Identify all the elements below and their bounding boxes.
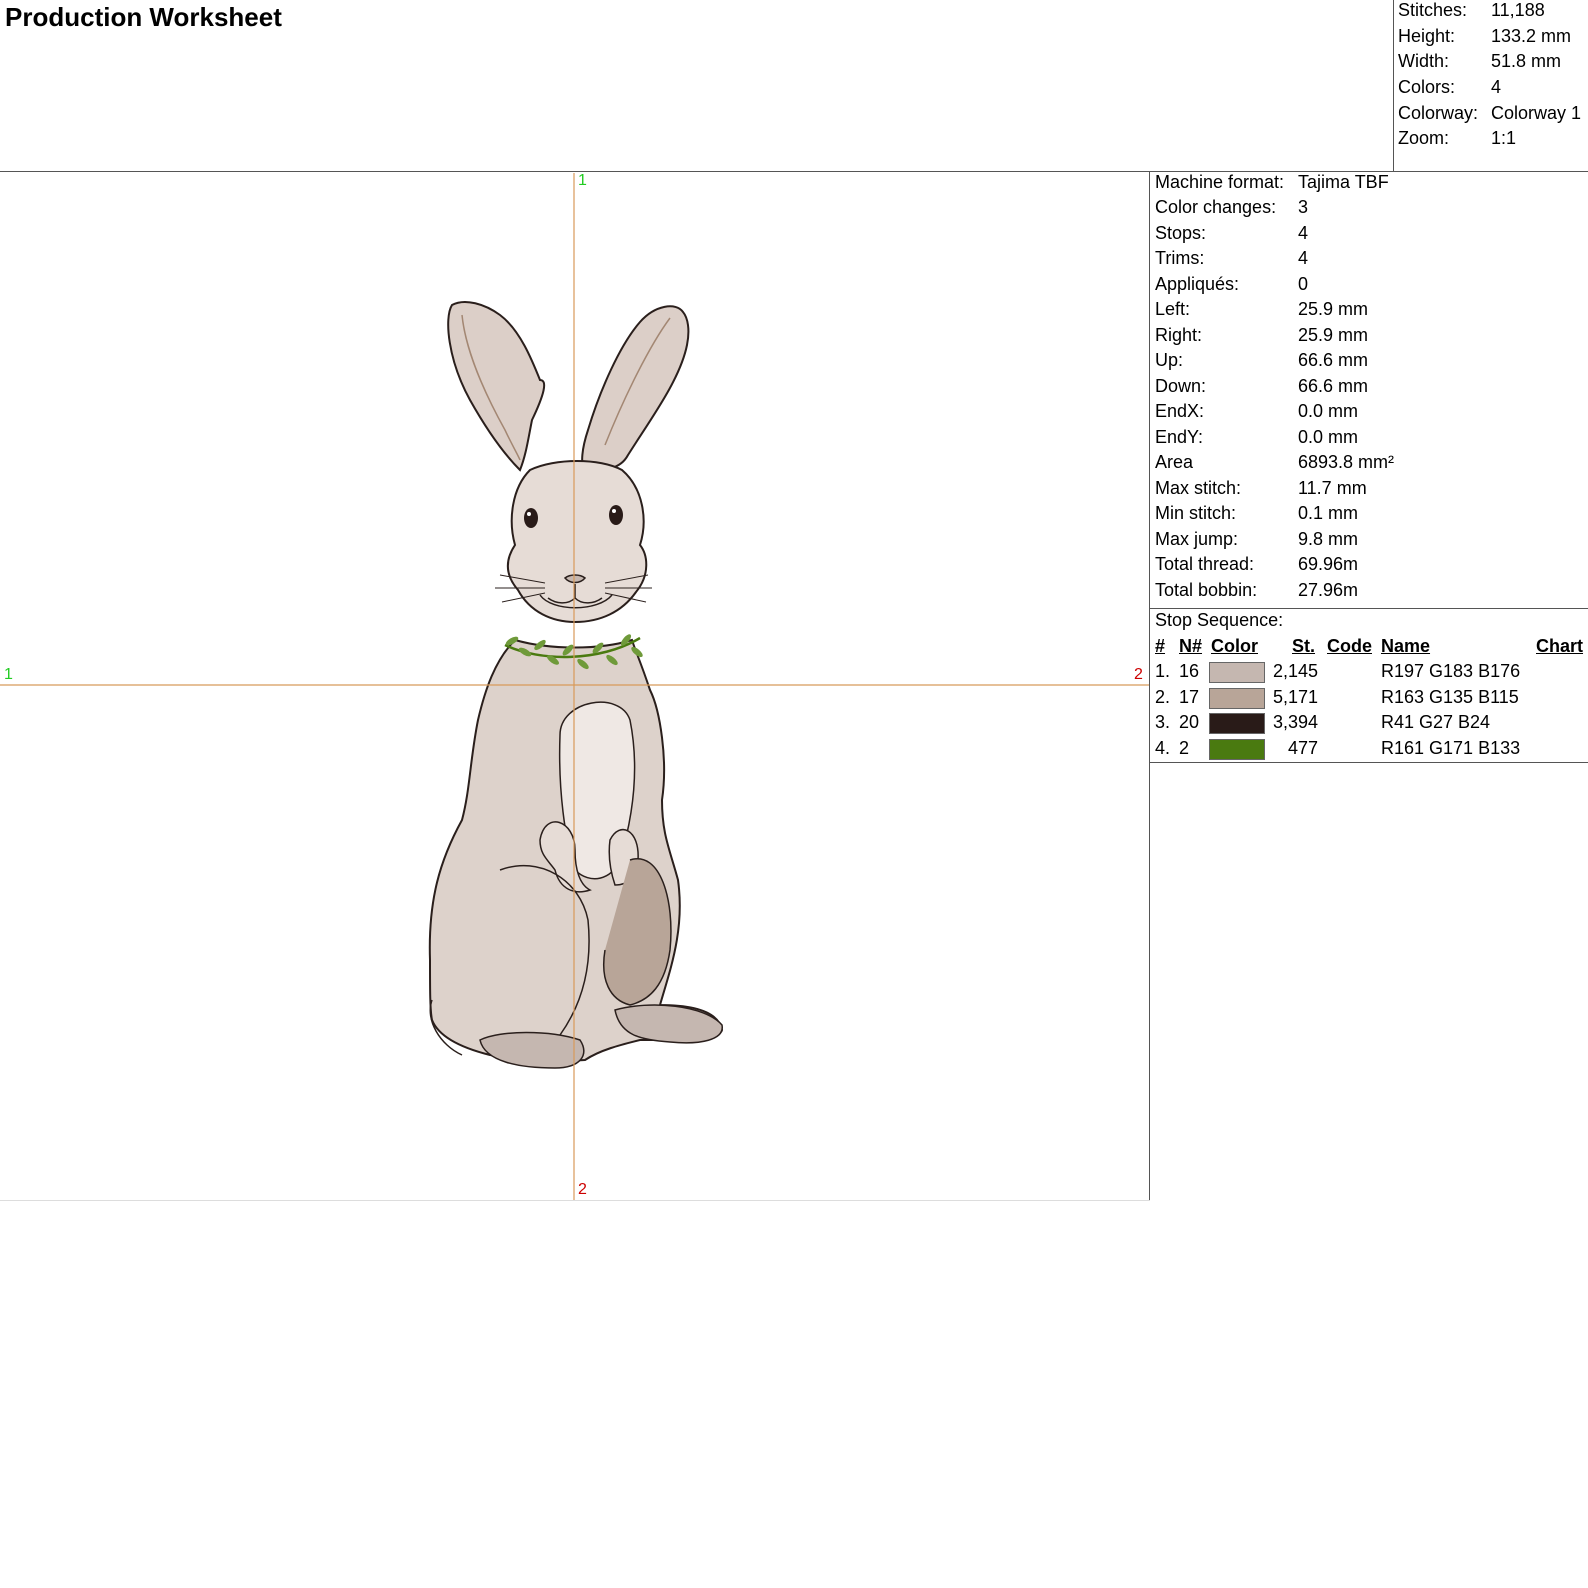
detail-label: Right:	[1155, 325, 1203, 345]
color-swatch	[1209, 662, 1265, 683]
row-needle: 17	[1179, 687, 1200, 707]
summary-value: 4	[1491, 77, 1502, 97]
detail-value: 6893.8 mm²	[1298, 452, 1395, 472]
detail-value: 0	[1298, 274, 1309, 294]
summary-label: Colors:	[1398, 77, 1456, 97]
col-color: Color	[1211, 636, 1258, 656]
color-swatch	[1209, 739, 1265, 760]
detail-label: Max jump:	[1155, 529, 1239, 549]
row-needle: 2	[1179, 738, 1190, 758]
design-canvas	[0, 173, 1149, 1200]
detail-value: 25.9 mm	[1298, 299, 1369, 319]
detail-label: Up:	[1155, 350, 1184, 370]
stop-sequence-heading: Stop Sequence:	[1155, 610, 1284, 630]
detail-value: 0.1 mm	[1298, 503, 1359, 523]
detail-value: 4	[1298, 223, 1309, 243]
row-num: 4.	[1155, 738, 1171, 758]
row-num: 3.	[1155, 712, 1171, 732]
detail-label: Min stitch:	[1155, 503, 1237, 523]
detail-value: Tajima TBF	[1298, 172, 1389, 192]
col-needle: N#	[1179, 636, 1203, 656]
row-stitches: 477	[1287, 738, 1318, 758]
detail-label: Max stitch:	[1155, 478, 1242, 498]
detail-label: Down:	[1155, 376, 1207, 396]
marker-right: 2	[1134, 666, 1143, 683]
row-stitches: 2,145	[1272, 661, 1318, 681]
summary-label: Height:	[1398, 26, 1456, 46]
detail-label: Color changes:	[1155, 197, 1277, 217]
summary-value: Colorway 1	[1491, 103, 1582, 123]
footer-divider	[0, 1200, 1150, 1201]
detail-value: 25.9 mm	[1298, 325, 1369, 345]
detail-label: Total thread:	[1155, 554, 1255, 574]
col-stitches: St.	[1292, 636, 1316, 656]
row-name: R161 G171 B133	[1381, 738, 1521, 758]
detail-value: 9.8 mm	[1298, 529, 1359, 549]
detail-label: EndX:	[1155, 401, 1205, 421]
marker-left: 1	[4, 666, 13, 683]
row-needle: 16	[1179, 661, 1200, 681]
table-bottom-line	[1149, 762, 1588, 763]
summary-value: 51.8 mm	[1491, 51, 1562, 71]
detail-value: 0.0 mm	[1298, 427, 1359, 447]
col-code: Code	[1327, 636, 1372, 656]
detail-value: 66.6 mm	[1298, 350, 1369, 370]
marker-top: 1	[578, 172, 587, 189]
detail-value: 69.96m	[1298, 554, 1359, 574]
page-title: Production Worksheet	[5, 2, 282, 32]
detail-label: Area	[1155, 452, 1194, 472]
detail-value: 27.96m	[1298, 580, 1359, 600]
col-num: #	[1155, 636, 1166, 656]
detail-value: 4	[1298, 248, 1309, 268]
summary-value: 1:1	[1491, 128, 1517, 148]
summary-divider	[1393, 0, 1394, 171]
detail-value: 11.7 mm	[1298, 478, 1367, 498]
detail-value: 3	[1298, 197, 1309, 217]
rabbit-design-illustration	[0, 173, 1149, 1200]
row-name: R163 G135 B115	[1381, 687, 1519, 707]
detail-label: Stops:	[1155, 223, 1207, 243]
marker-bottom: 2	[578, 1181, 587, 1198]
row-num: 1.	[1155, 661, 1171, 681]
color-swatch	[1209, 688, 1265, 709]
summary-label: Stitches:	[1398, 0, 1468, 20]
detail-label: Trims:	[1155, 248, 1205, 268]
canvas-divider	[1149, 171, 1150, 1200]
detail-label: Appliqués:	[1155, 274, 1240, 294]
row-stitches: 5,171	[1272, 687, 1318, 707]
row-needle: 20	[1179, 712, 1200, 732]
detail-label: Left:	[1155, 299, 1191, 319]
color-swatch	[1209, 713, 1265, 734]
col-name: Name	[1381, 636, 1431, 656]
row-name: R41 G27 B24	[1381, 712, 1491, 732]
row-num: 2.	[1155, 687, 1171, 707]
col-chart: Chart	[1536, 636, 1584, 656]
summary-label: Colorway:	[1398, 103, 1479, 123]
summary-value: 11,188	[1491, 0, 1545, 20]
detail-value: 0.0 mm	[1298, 401, 1359, 421]
summary-value: 133.2 mm	[1491, 26, 1572, 46]
row-stitches: 3,394	[1272, 712, 1318, 732]
details-divider	[1149, 608, 1588, 609]
detail-label: Machine format:	[1155, 172, 1285, 192]
summary-label: Width:	[1398, 51, 1450, 71]
summary-label: Zoom:	[1398, 128, 1450, 148]
detail-value: 66.6 mm	[1298, 376, 1369, 396]
row-name: R197 G183 B176	[1381, 661, 1521, 681]
detail-label: Total bobbin:	[1155, 580, 1258, 600]
detail-label: EndY:	[1155, 427, 1204, 447]
